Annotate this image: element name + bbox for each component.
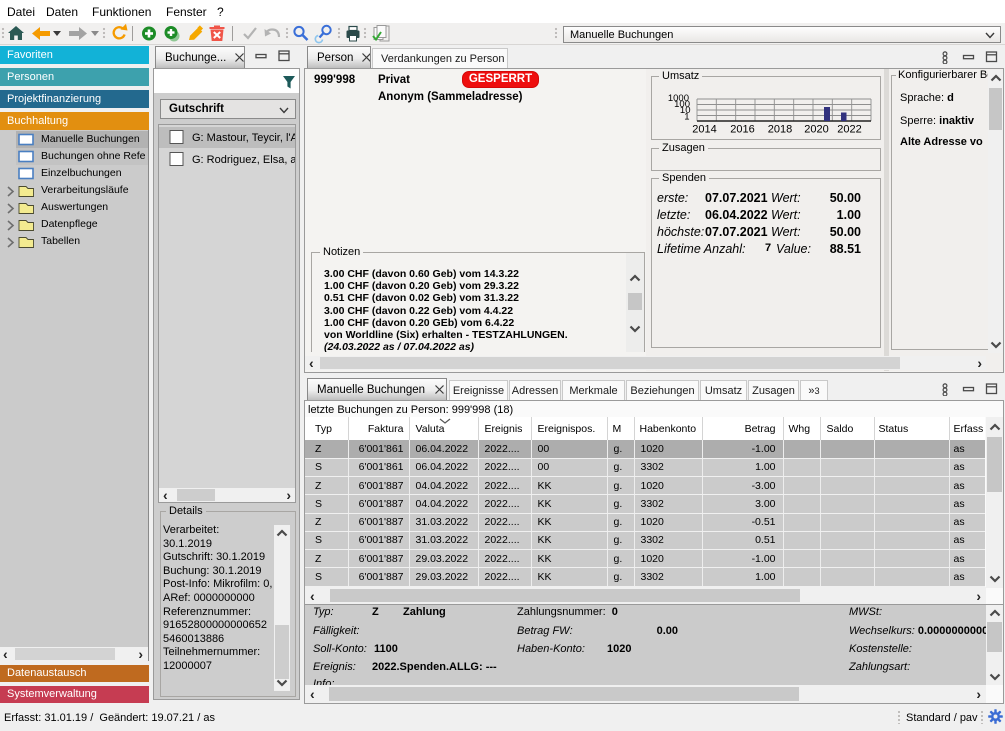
svg-text:2018: 2018 xyxy=(768,124,792,136)
svg-text:2014: 2014 xyxy=(692,124,716,136)
svg-text:1: 1 xyxy=(684,112,689,123)
svg-text:2022: 2022 xyxy=(837,124,861,136)
svg-text:2016: 2016 xyxy=(730,124,754,136)
svg-text:2020: 2020 xyxy=(804,124,828,136)
